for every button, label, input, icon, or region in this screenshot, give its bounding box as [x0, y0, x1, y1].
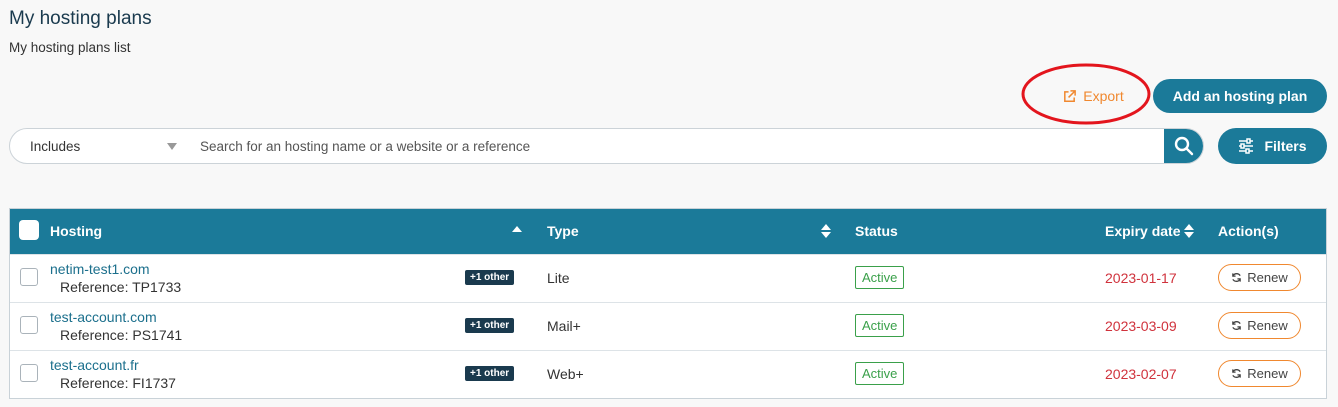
table-row: test-account.fr Reference: FI1737 +1 oth… [10, 350, 1326, 398]
search-icon [1174, 136, 1194, 155]
renew-button[interactable]: Renew [1218, 312, 1301, 339]
filters-label: Filters [1264, 138, 1307, 154]
refresh-icon [1232, 321, 1242, 330]
renew-label: Renew [1247, 270, 1288, 285]
status-badge: Active [855, 362, 905, 385]
filter-mode-value: Includes [30, 138, 81, 154]
hosting-type: Lite [547, 270, 570, 286]
hosting-reference: Reference: PS1741 [60, 327, 183, 343]
table-row: test-account.com Reference: PS1741 +1 ot… [10, 302, 1326, 350]
filters-button[interactable]: Filters [1218, 128, 1327, 164]
add-hosting-plan-button[interactable]: Add an hosting plan [1153, 79, 1327, 113]
sliders-icon [1239, 138, 1254, 154]
expiry-date: 2023-01-17 [1105, 270, 1177, 286]
hosting-type: Web+ [547, 366, 584, 382]
export-button[interactable]: Export [1033, 80, 1153, 112]
sort-icon[interactable] [821, 224, 831, 238]
other-count-badge[interactable]: +1 other [465, 270, 515, 285]
hosting-type: Mail+ [547, 318, 581, 334]
header-expiry[interactable]: Expiry date [1105, 223, 1180, 239]
hosting-reference: Reference: FI1737 [60, 375, 176, 391]
row-checkbox[interactable] [20, 268, 38, 286]
header-type[interactable]: Type [547, 223, 579, 239]
renew-label: Renew [1247, 366, 1288, 381]
export-label: Export [1083, 88, 1124, 104]
status-badge: Active [855, 266, 905, 289]
refresh-icon [1232, 369, 1242, 378]
renew-button[interactable]: Renew [1218, 264, 1301, 291]
expiry-date: 2023-02-07 [1105, 366, 1177, 382]
export-icon [1064, 89, 1077, 102]
page-subtitle: My hosting plans list [9, 40, 131, 55]
table-header: Hosting Type Status Expiry date Action(s… [10, 209, 1326, 254]
hosting-name-link[interactable]: test-account.fr [50, 357, 139, 373]
table-row: netim-test1.com Reference: TP1733 +1 oth… [10, 254, 1326, 302]
search-bar: Includes [9, 128, 1204, 164]
caret-down-icon [167, 143, 177, 150]
renew-button[interactable]: Renew [1218, 360, 1301, 387]
status-badge: Active [855, 314, 905, 337]
row-checkbox[interactable] [20, 364, 38, 382]
other-count-badge[interactable]: +1 other [465, 366, 515, 381]
renew-label: Renew [1247, 318, 1288, 333]
refresh-icon [1232, 273, 1242, 282]
hosting-name-link[interactable]: test-account.com [50, 309, 157, 325]
hosting-name-link[interactable]: netim-test1.com [50, 261, 150, 277]
expiry-date: 2023-03-09 [1105, 318, 1177, 334]
sort-up-icon[interactable] [512, 226, 522, 232]
row-checkbox[interactable] [20, 316, 38, 334]
search-button[interactable] [1164, 129, 1203, 163]
header-status: Status [855, 223, 898, 239]
header-hosting[interactable]: Hosting [50, 223, 102, 239]
select-all-checkbox[interactable] [19, 220, 39, 240]
page-title: My hosting plans [9, 8, 152, 29]
filter-mode-select[interactable]: Includes [10, 129, 188, 163]
other-count-badge[interactable]: +1 other [465, 318, 515, 333]
hosting-reference: Reference: TP1733 [60, 279, 182, 295]
hosting-table: Hosting Type Status Expiry date Action(s… [9, 208, 1327, 399]
sort-icon[interactable] [1184, 224, 1194, 238]
header-actions: Action(s) [1218, 223, 1279, 239]
search-input[interactable] [188, 129, 1164, 163]
